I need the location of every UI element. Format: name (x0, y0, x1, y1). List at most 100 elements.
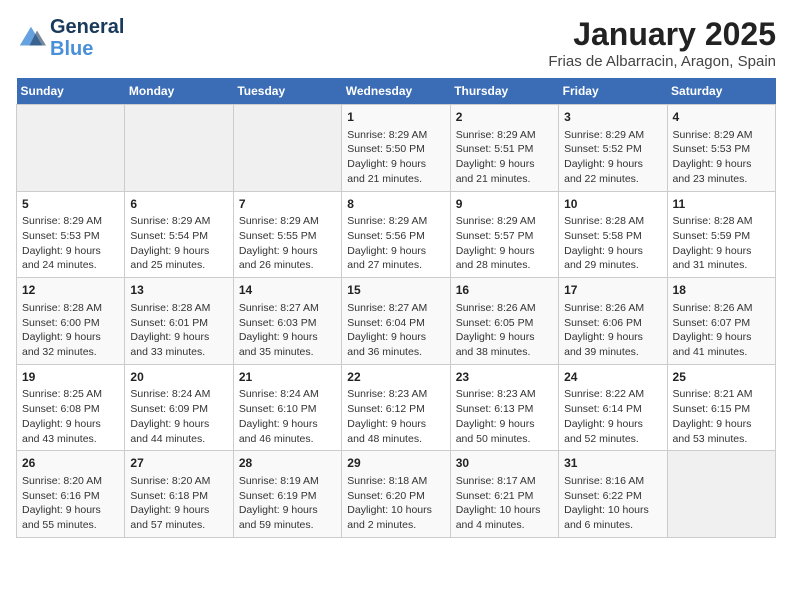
day-number: 15 (347, 282, 444, 299)
day-number: 8 (347, 196, 444, 213)
logo-blue: Blue (50, 38, 124, 60)
day-number: 27 (130, 455, 227, 472)
day-cell: 18 Sunrise: 8:26 AMSunset: 6:07 PMDayligh… (667, 278, 775, 365)
day-cell: 17 Sunrise: 8:26 AMSunset: 6:06 PMDayligh… (559, 278, 667, 365)
day-info: Sunrise: 8:20 AMSunset: 6:18 PMDaylight:… (130, 475, 210, 531)
calendar-title: January 2025 (548, 16, 776, 53)
day-info: Sunrise: 8:20 AMSunset: 6:16 PMDaylight:… (22, 475, 102, 531)
day-cell: 7 Sunrise: 8:29 AMSunset: 5:55 PMDaylight… (233, 191, 341, 278)
day-number: 23 (456, 369, 553, 386)
day-header-monday: Monday (125, 78, 233, 105)
calendar-subtitle: Frias de Albarracin, Aragon, Spain (548, 53, 776, 70)
day-cell: 31 Sunrise: 8:16 AMSunset: 6:22 PMDayligh… (559, 451, 667, 538)
day-cell: 28 Sunrise: 8:19 AMSunset: 6:19 PMDayligh… (233, 451, 341, 538)
day-number: 9 (456, 196, 553, 213)
day-cell (125, 105, 233, 192)
day-header-thursday: Thursday (450, 78, 558, 105)
day-number: 11 (673, 196, 770, 213)
day-info: Sunrise: 8:23 AMSunset: 6:13 PMDaylight:… (456, 388, 536, 444)
day-number: 29 (347, 455, 444, 472)
day-number: 28 (239, 455, 336, 472)
day-cell: 8Sunrise: 8:29 AMSunset: 5:56 PMDaylight… (342, 191, 450, 278)
day-number: 7 (239, 196, 336, 213)
page-header: General Blue January 2025 Frias de Albar… (16, 16, 776, 70)
day-cell: 20 Sunrise: 8:24 AMSunset: 6:09 PMDayligh… (125, 364, 233, 451)
day-info: Sunrise: 8:29 AMSunset: 5:53 PMDaylight:… (22, 215, 102, 271)
day-number: 14 (239, 282, 336, 299)
day-number: 31 (564, 455, 661, 472)
day-cell: 4 Sunrise: 8:29 AMSunset: 5:53 PMDaylight… (667, 105, 775, 192)
day-number: 12 (22, 282, 119, 299)
logo-icon (16, 23, 46, 53)
day-number: 1 (347, 109, 444, 126)
day-info: Sunrise: 8:16 AMSunset: 6:22 PMDaylight:… (564, 475, 649, 531)
week-row-5: 26 Sunrise: 8:20 AMSunset: 6:16 PMDayligh… (17, 451, 776, 538)
day-cell (17, 105, 125, 192)
day-cell: 24 Sunrise: 8:22 AMSunset: 6:14 PMDayligh… (559, 364, 667, 451)
day-info: Sunrise: 8:28 AMSunset: 5:58 PMDaylight:… (564, 215, 644, 271)
day-cell (233, 105, 341, 192)
day-info: Sunrise: 8:29 AMSunset: 5:53 PMDaylight:… (673, 129, 753, 185)
day-number: 6 (130, 196, 227, 213)
day-info: Sunrise: 8:29 AMSunset: 5:57 PMDaylight:… (456, 215, 536, 271)
day-info: Sunrise: 8:17 AMSunset: 6:21 PMDaylight:… (456, 475, 541, 531)
day-info: Sunrise: 8:24 AMSunset: 6:09 PMDaylight:… (130, 388, 210, 444)
day-cell: 11 Sunrise: 8:28 AMSunset: 5:59 PMDayligh… (667, 191, 775, 278)
week-row-2: 5 Sunrise: 8:29 AMSunset: 5:53 PMDaylight… (17, 191, 776, 278)
day-cell: 10Sunrise: 8:28 AMSunset: 5:58 PMDayligh… (559, 191, 667, 278)
day-info: Sunrise: 8:27 AMSunset: 6:04 PMDaylight:… (347, 302, 427, 358)
day-cell: 2 Sunrise: 8:29 AMSunset: 5:51 PMDaylight… (450, 105, 558, 192)
day-number: 26 (22, 455, 119, 472)
day-info: Sunrise: 8:28 AMSunset: 6:01 PMDaylight:… (130, 302, 210, 358)
day-number: 17 (564, 282, 661, 299)
week-row-3: 12 Sunrise: 8:28 AMSunset: 6:00 PMDayligh… (17, 278, 776, 365)
day-info: Sunrise: 8:25 AMSunset: 6:08 PMDaylight:… (22, 388, 102, 444)
day-cell: 19 Sunrise: 8:25 AMSunset: 6:08 PMDayligh… (17, 364, 125, 451)
day-cell: 1 Sunrise: 8:29 AMSunset: 5:50 PMDaylight… (342, 105, 450, 192)
day-info: Sunrise: 8:22 AMSunset: 6:14 PMDaylight:… (564, 388, 644, 444)
day-cell: 12 Sunrise: 8:28 AMSunset: 6:00 PMDayligh… (17, 278, 125, 365)
day-number: 16 (456, 282, 553, 299)
day-info: Sunrise: 8:19 AMSunset: 6:19 PMDaylight:… (239, 475, 319, 531)
week-row-1: 1 Sunrise: 8:29 AMSunset: 5:50 PMDaylight… (17, 105, 776, 192)
day-number: 18 (673, 282, 770, 299)
day-info: Sunrise: 8:28 AMSunset: 6:00 PMDaylight:… (22, 302, 102, 358)
day-number: 19 (22, 369, 119, 386)
day-info: Sunrise: 8:23 AMSunset: 6:12 PMDaylight:… (347, 388, 427, 444)
day-cell: 9 Sunrise: 8:29 AMSunset: 5:57 PMDaylight… (450, 191, 558, 278)
day-info: Sunrise: 8:27 AMSunset: 6:03 PMDaylight:… (239, 302, 319, 358)
day-cell: 16 Sunrise: 8:26 AMSunset: 6:05 PMDayligh… (450, 278, 558, 365)
day-number: 5 (22, 196, 119, 213)
day-number: 24 (564, 369, 661, 386)
week-row-4: 19 Sunrise: 8:25 AMSunset: 6:08 PMDayligh… (17, 364, 776, 451)
day-info: Sunrise: 8:26 AMSunset: 6:07 PMDaylight:… (673, 302, 753, 358)
day-cell: 30 Sunrise: 8:17 AMSunset: 6:21 PMDayligh… (450, 451, 558, 538)
day-number: 20 (130, 369, 227, 386)
day-info: Sunrise: 8:29 AMSunset: 5:55 PMDaylight:… (239, 215, 319, 271)
day-number: 21 (239, 369, 336, 386)
day-cell: 6Sunrise: 8:29 AMSunset: 5:54 PMDaylight… (125, 191, 233, 278)
day-header-sunday: Sunday (17, 78, 125, 105)
title-block: January 2025 Frias de Albarracin, Aragon… (548, 16, 776, 70)
day-cell: 23 Sunrise: 8:23 AMSunset: 6:13 PMDayligh… (450, 364, 558, 451)
day-info: Sunrise: 8:26 AMSunset: 6:06 PMDaylight:… (564, 302, 644, 358)
day-cell: 25Sunrise: 8:21 AMSunset: 6:15 PMDayligh… (667, 364, 775, 451)
day-info: Sunrise: 8:18 AMSunset: 6:20 PMDaylight:… (347, 475, 432, 531)
day-info: Sunrise: 8:29 AMSunset: 5:51 PMDaylight:… (456, 129, 536, 185)
day-cell: 5 Sunrise: 8:29 AMSunset: 5:53 PMDaylight… (17, 191, 125, 278)
day-cell: 15 Sunrise: 8:27 AMSunset: 6:04 PMDayligh… (342, 278, 450, 365)
day-header-row: SundayMondayTuesdayWednesdayThursdayFrid… (17, 78, 776, 105)
day-cell (667, 451, 775, 538)
day-cell: 29 Sunrise: 8:18 AMSunset: 6:20 PMDayligh… (342, 451, 450, 538)
day-header-wednesday: Wednesday (342, 78, 450, 105)
day-number: 13 (130, 282, 227, 299)
day-cell: 13 Sunrise: 8:28 AMSunset: 6:01 PMDayligh… (125, 278, 233, 365)
day-cell: 26 Sunrise: 8:20 AMSunset: 6:16 PMDayligh… (17, 451, 125, 538)
day-info: Sunrise: 8:28 AMSunset: 5:59 PMDaylight:… (673, 215, 753, 271)
day-info: Sunrise: 8:26 AMSunset: 6:05 PMDaylight:… (456, 302, 536, 358)
day-number: 2 (456, 109, 553, 126)
day-number: 22 (347, 369, 444, 386)
day-number: 30 (456, 455, 553, 472)
day-info: Sunrise: 8:29 AMSunset: 5:50 PMDaylight:… (347, 129, 427, 185)
day-number: 4 (673, 109, 770, 126)
